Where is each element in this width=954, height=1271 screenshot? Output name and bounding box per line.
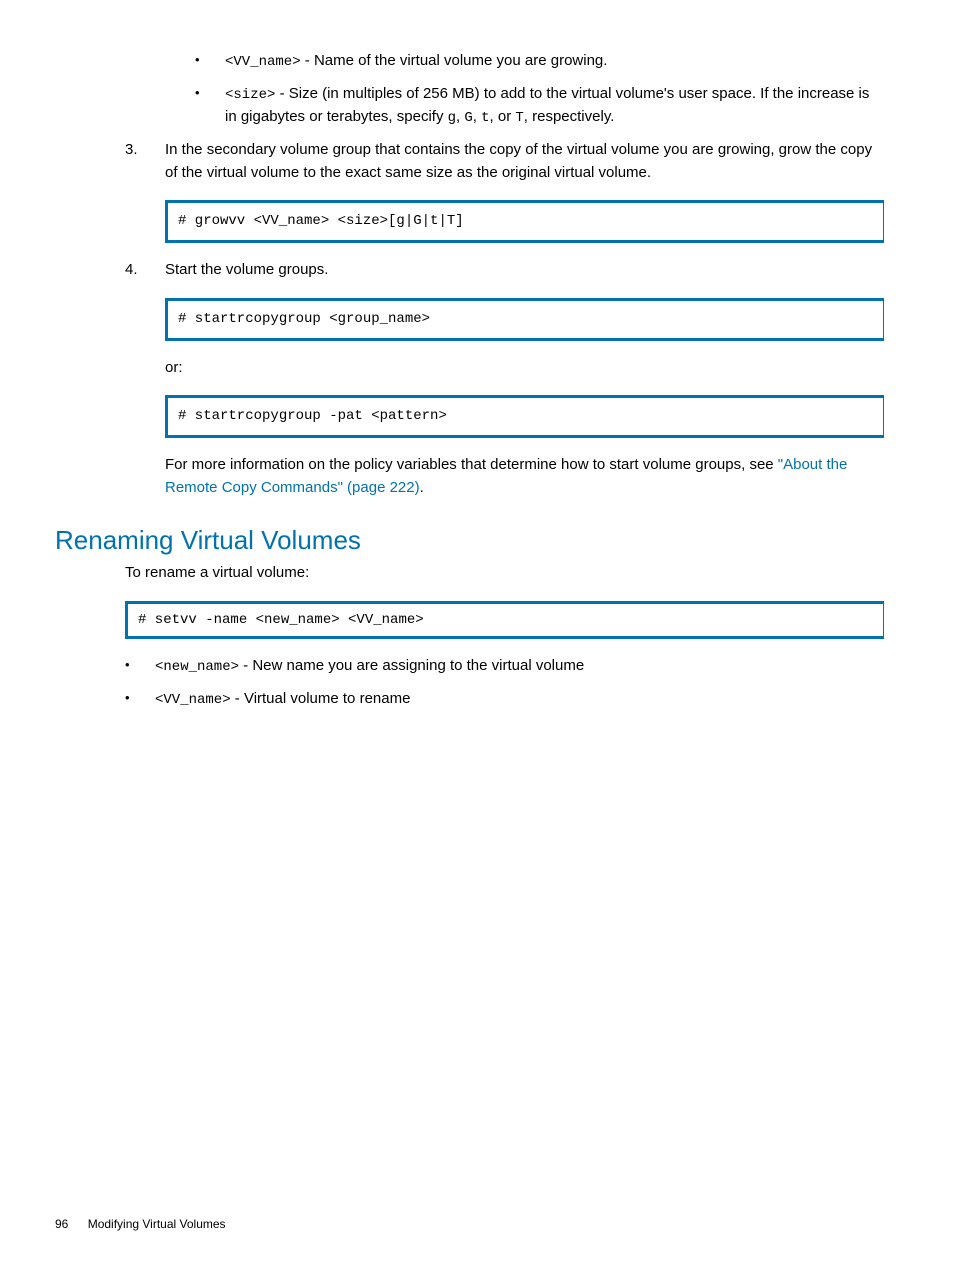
- page-footer: 96 Modifying Virtual Volumes: [55, 1217, 226, 1231]
- code-t: t: [481, 110, 489, 126]
- list-item: <VV_name> - Virtual volume to rename: [125, 688, 884, 711]
- code-box: # growvv <VV_name> <size>[g|G|t|T]: [165, 200, 884, 243]
- code-g: g: [448, 110, 456, 126]
- list-item: <size> - Size (in multiples of 256 MB) t…: [195, 83, 884, 129]
- step-text: In the secondary volume group that conta…: [165, 141, 872, 181]
- ordered-steps: 3. In the secondary volume group that co…: [125, 139, 884, 499]
- section2-content: # setvv -name <new_name> <VV_name> <new_…: [125, 601, 884, 711]
- section-heading-renaming: Renaming Virtual Volumes: [55, 525, 884, 556]
- param-code: <VV_name>: [155, 692, 231, 708]
- info-text-a: For more information on the policy varia…: [165, 456, 778, 473]
- param-desc: - New name you are assigning to the virt…: [239, 657, 584, 674]
- list-item: <VV_name> - Name of the virtual volume y…: [195, 50, 884, 73]
- footer-title: Modifying Virtual Volumes: [88, 1217, 226, 1231]
- page-number: 96: [55, 1217, 68, 1231]
- info-paragraph: For more information on the policy varia…: [165, 454, 884, 499]
- param-desc: - Name of the virtual volume you are gro…: [301, 52, 608, 69]
- code-T: T: [515, 110, 523, 126]
- list-item: <new_name> - New name you are assigning …: [125, 655, 884, 678]
- steps-block: 3. In the secondary volume group that co…: [125, 139, 884, 499]
- step-number: 4.: [125, 259, 138, 282]
- step-text: Start the volume groups.: [165, 261, 328, 278]
- sep: ,: [473, 108, 481, 125]
- parameter-list-2: <new_name> - New name you are assigning …: [125, 655, 884, 711]
- param-code: <new_name>: [155, 659, 239, 675]
- step-3: 3. In the secondary volume group that co…: [125, 139, 884, 243]
- code-box: # startrcopygroup -pat <pattern>: [165, 395, 884, 438]
- content-top: <VV_name> - Name of the virtual volume y…: [155, 50, 884, 129]
- param-code: <size>: [225, 87, 275, 103]
- info-text-b: .: [420, 479, 424, 496]
- section-intro: To rename a virtual volume:: [125, 562, 884, 585]
- code-G: G: [464, 110, 472, 126]
- sep: , or: [490, 108, 516, 125]
- parameter-list-1: <VV_name> - Name of the virtual volume y…: [155, 50, 884, 129]
- param-desc: - Virtual volume to rename: [231, 690, 411, 707]
- param-code: <VV_name>: [225, 54, 301, 70]
- param-desc-b: , respectively.: [524, 108, 615, 125]
- code-box: # setvv -name <new_name> <VV_name>: [125, 601, 884, 639]
- or-text: or:: [165, 357, 884, 380]
- code-box: # startrcopygroup <group_name>: [165, 298, 884, 341]
- step-number: 3.: [125, 139, 138, 162]
- step-4: 4. Start the volume groups. # startrcopy…: [125, 259, 884, 499]
